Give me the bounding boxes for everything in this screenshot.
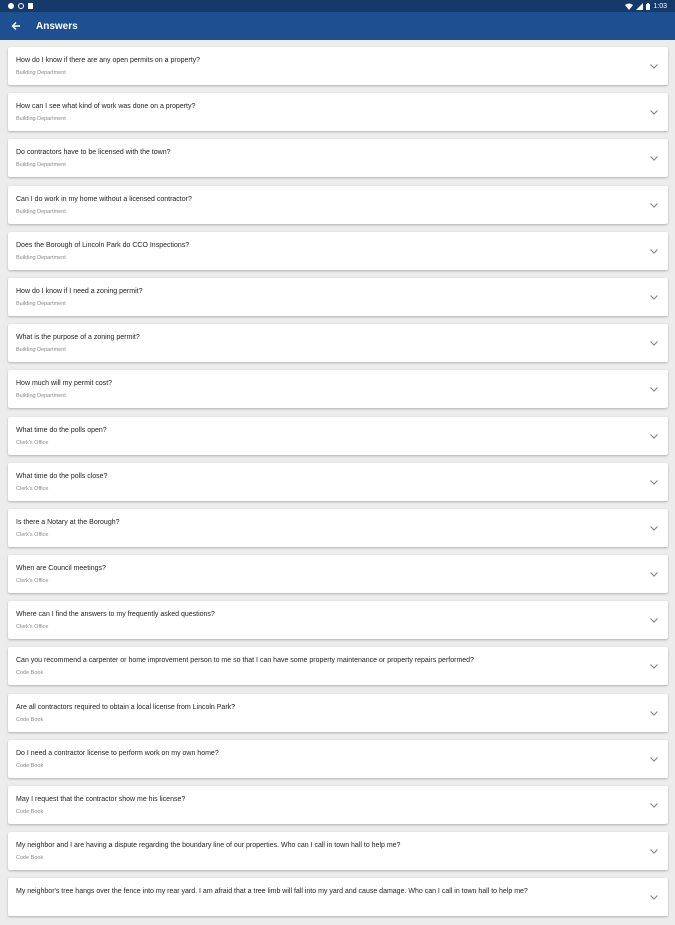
faq-item[interactable]: Do I need a contractor license to perfor…	[8, 739, 668, 778]
faq-item[interactable]: Where can I find the answers to my frequ…	[8, 601, 668, 640]
chevron-down-icon[interactable]	[648, 522, 660, 534]
faq-question: What time do the polls close?	[16, 472, 108, 480]
status-right: 1:03	[625, 2, 667, 10]
chevron-down-icon[interactable]	[648, 845, 660, 857]
faq-item[interactable]: Does the Borough of Lincoln Park do CCO …	[8, 231, 668, 270]
chevron-down-icon[interactable]	[648, 753, 660, 765]
faq-question: Do contractors have to be licensed with …	[16, 149, 171, 157]
faq-question: How much will my permit cost?	[16, 380, 113, 388]
faq-department: Building Department	[16, 393, 66, 400]
chevron-down-icon[interactable]	[648, 707, 660, 719]
faq-item[interactable]: How do I know if I need a zoning permit?…	[8, 277, 668, 316]
back-button[interactable]	[2, 12, 30, 40]
faq-list: How do I know if there are any open perm…	[8, 47, 668, 925]
app-bar: Answers	[0, 12, 675, 40]
faq-department: Building Department	[16, 254, 66, 261]
chevron-down-icon[interactable]	[648, 660, 660, 672]
page-title: Answers	[36, 20, 78, 32]
faq-question: Do I need a contractor license to perfor…	[16, 749, 219, 757]
faq-question: Does the Borough of Lincoln Park do CCO …	[16, 241, 190, 249]
faq-item[interactable]: How can I see what kind of work was done…	[8, 93, 668, 132]
arrow-back-icon	[11, 22, 20, 30]
faq-item[interactable]: How much will my permit cost? Building De…	[8, 370, 668, 409]
faq-item[interactable]: Do contractors have to be licensed with …	[8, 139, 668, 178]
faq-item[interactable]: May I request that the contractor show m…	[8, 786, 668, 824]
faq-question: What is the purpose of a zoning permit?	[16, 334, 140, 342]
faq-department: Clerk's Office	[16, 578, 49, 585]
faq-item[interactable]: What time do the polls open? Clerk's Offi…	[8, 416, 668, 455]
faq-department: Building Department	[16, 162, 66, 169]
faq-item[interactable]: What is the purpose of a zoning permit? B…	[8, 324, 668, 363]
notification-icon	[8, 3, 14, 9]
signal-icon	[636, 2, 644, 10]
status-bar: 1:03	[0, 0, 675, 12]
faq-item[interactable]: What time do the polls close? Clerk's Off…	[8, 462, 668, 501]
chevron-down-icon[interactable]	[648, 614, 660, 626]
faq-question: May I request that the contractor show m…	[16, 796, 186, 803]
faq-question: What time do the polls open?	[16, 426, 107, 434]
chevron-down-icon[interactable]	[648, 383, 660, 395]
faq-question: My neighbor's tree hangs over the fence …	[16, 888, 528, 896]
faq-item[interactable]: When are Council meetings? Clerk's Office	[8, 555, 668, 594]
faq-department: Clerk's Office	[16, 485, 49, 492]
chevron-down-icon[interactable]	[648, 891, 660, 903]
clipboard-icon	[28, 3, 33, 9]
faq-item[interactable]: Can you recommend a carpenter or home im…	[8, 647, 668, 686]
faq-department: Building Department	[16, 208, 66, 215]
chevron-down-icon[interactable]	[648, 799, 660, 811]
faq-item[interactable]: Can I do work in my home without a licen…	[8, 185, 668, 224]
faq-department: Code Book	[16, 855, 44, 862]
faq-item[interactable]: How do I know if there are any open perm…	[8, 47, 668, 85]
faq-department: Building Department	[16, 347, 66, 354]
faq-question: How do I know if I need a zoning permit?	[16, 287, 143, 295]
chevron-down-icon[interactable]	[648, 430, 660, 442]
clock: 1:03	[653, 2, 667, 10]
chevron-down-icon[interactable]	[648, 476, 660, 488]
chevron-down-icon[interactable]	[648, 106, 660, 118]
faq-question: Are all contractors required to obtain a…	[16, 703, 236, 711]
faq-question: How can I see what kind of work was done…	[16, 103, 196, 111]
faq-question: When are Council meetings?	[16, 565, 106, 573]
faq-question: Where can I find the answers to my frequ…	[16, 611, 215, 619]
chevron-down-icon[interactable]	[648, 568, 660, 580]
faq-question: Is there a Notary at the Borough?	[16, 518, 120, 526]
faq-department: Building Department	[16, 300, 66, 307]
faq-department: Clerk's Office	[16, 439, 49, 446]
notification-icons	[8, 3, 33, 9]
faq-question: Can I do work in my home without a licen…	[16, 195, 192, 203]
chevron-down-icon[interactable]	[648, 245, 660, 257]
faq-item[interactable]: My neighbor and I are having a dispute r…	[8, 832, 668, 871]
chevron-down-icon[interactable]	[648, 337, 660, 349]
faq-department: Code Book	[16, 670, 44, 677]
faq-question: Can you recommend a carpenter or home im…	[16, 657, 474, 665]
chevron-down-icon[interactable]	[648, 60, 660, 72]
faq-department: Code Book	[16, 716, 44, 723]
chevron-down-icon[interactable]	[648, 291, 660, 303]
wifi-icon	[625, 3, 634, 10]
faq-department: Building Department	[16, 116, 66, 123]
chevron-down-icon[interactable]	[648, 152, 660, 164]
faq-question: My neighbor and I are having a dispute r…	[16, 842, 401, 850]
faq-department: Clerk's Office	[16, 531, 49, 538]
battery-icon	[646, 2, 651, 10]
faq-question: How do I know if there are any open perm…	[16, 57, 201, 64]
sync-icon	[18, 3, 24, 9]
faq-item[interactable]: Is there a Notary at the Borough? Clerk's…	[8, 508, 668, 547]
faq-department: Building Department	[16, 70, 66, 76]
faq-department: Clerk's Office	[16, 624, 49, 631]
faq-department: Code Book	[16, 762, 44, 769]
faq-item[interactable]: Are all contractors required to obtain a…	[8, 693, 668, 732]
faq-item[interactable]: My neighbor's tree hangs over the fence …	[8, 878, 668, 917]
faq-department: Code Book	[16, 809, 44, 815]
chevron-down-icon[interactable]	[648, 199, 660, 211]
